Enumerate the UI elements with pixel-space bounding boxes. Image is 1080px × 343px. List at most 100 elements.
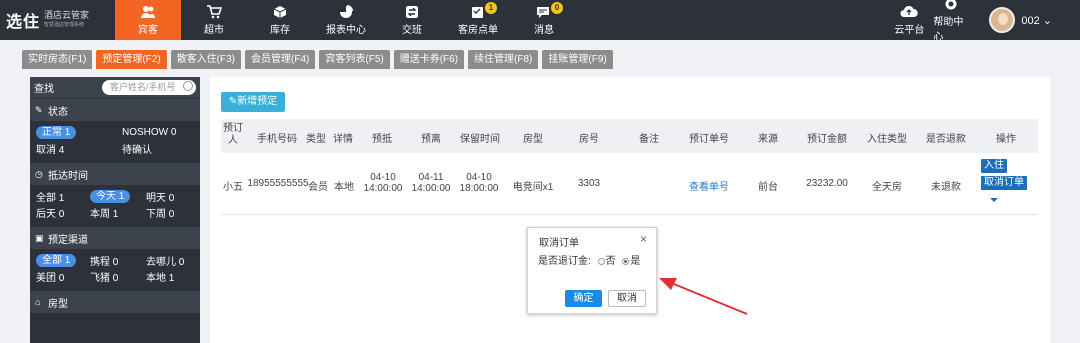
brand-logo[interactable]: 选住 酒店云管家 智慧酒店管理系统 xyxy=(0,0,115,40)
filter-channel-meituan[interactable]: 美团 0 xyxy=(36,269,90,284)
cancel-order-dialog: 取消订单 × 是否退订金: 否 是 确定 取消 xyxy=(527,227,657,314)
confirm-button[interactable]: 确定 xyxy=(565,290,602,307)
filter-pending[interactable]: 待确认 xyxy=(122,141,152,156)
dialog-title: 取消订单 xyxy=(539,238,579,249)
nav-messages[interactable]: 0 消息 xyxy=(511,0,577,40)
sidebar-search-row: 查找 客户姓名/手机号 xyxy=(30,77,200,98)
caret-down-icon[interactable] xyxy=(990,198,998,202)
filter-arrival-all[interactable]: 全部 1 xyxy=(36,189,90,204)
cloud-platform-label: 云平台 xyxy=(894,24,925,36)
nav-guests[interactable]: 宾客 xyxy=(115,0,181,40)
status-filters: 正常 1 NOSHOW 0 取消 4 待确认 xyxy=(30,121,200,162)
tab-room-status[interactable]: 实时房态(F1) xyxy=(22,50,93,69)
nav-label: 交班 xyxy=(402,24,422,36)
radio-no[interactable] xyxy=(597,257,605,265)
tab-coupons[interactable]: 赠送卡券(F6) xyxy=(393,50,465,69)
brand-sub: 酒店云管家 智慧酒店管理系统 xyxy=(44,10,90,28)
channel-section-header: ▣ 预定渠道 xyxy=(30,227,200,249)
monitor-icon: ▣ xyxy=(35,232,44,243)
tab-guest-list[interactable]: 宾客列表(F5) xyxy=(319,50,390,69)
filter-channel-fliggy[interactable]: 飞猪 0 xyxy=(90,269,146,284)
cell-type: 会员 xyxy=(308,182,328,193)
cell-detail: 本地 xyxy=(334,182,354,193)
tab-reservation[interactable]: 预定管理(F2) xyxy=(96,50,167,69)
radio-yes-label: 是 xyxy=(630,256,641,267)
tab-walk-in[interactable]: 散客入住(F3) xyxy=(170,50,242,69)
checkin-button[interactable]: 入住 xyxy=(981,159,1007,173)
close-icon[interactable]: × xyxy=(640,232,647,246)
cell-keep-time: 04-10 18:00:00 xyxy=(459,172,499,194)
cell-checkin-type: 全天房 xyxy=(872,182,902,193)
search-icon[interactable] xyxy=(183,81,193,91)
top-nav-bar: 选住 酒店云管家 智慧酒店管理系统 宾客 超市 库存 报表中心 交班 1 客房点… xyxy=(0,0,1080,43)
col-refund: 是否退款 xyxy=(926,134,966,145)
nav-label: 超市 xyxy=(204,24,224,36)
radio-yes[interactable] xyxy=(622,257,630,265)
cloud-platform-link[interactable]: 云平台 xyxy=(891,5,927,36)
function-tabs: 实时房态(F1) 预定管理(F2) 散客入住(F3) 会员管理(F4) 宾客列表… xyxy=(0,40,1080,72)
nav-label: 库存 xyxy=(270,24,290,36)
tab-extend-stay[interactable]: 续住管理(F8) xyxy=(468,50,539,69)
view-order-link[interactable]: 查看单号 xyxy=(687,178,731,193)
help-center-link[interactable]: 帮助中心 xyxy=(933,0,969,43)
cell-leave: 04-11 14:00:00 xyxy=(411,172,451,194)
col-type: 类型 xyxy=(306,134,326,145)
cancel-button[interactable]: 取消 xyxy=(608,290,646,307)
filter-channel-ctrip[interactable]: 携程 0 xyxy=(90,253,146,268)
filter-arrival-today[interactable]: 今天 1 xyxy=(90,189,131,203)
nav-room-order[interactable]: 1 客房点单 xyxy=(445,0,511,40)
filter-arrival-next-week[interactable]: 下周 0 xyxy=(146,205,174,220)
nav-inventory[interactable]: 库存 xyxy=(247,0,313,40)
cancel-order-button[interactable]: 取消订单 xyxy=(981,176,1027,190)
radio-no-label: 否 xyxy=(605,256,616,267)
avatar[interactable] xyxy=(989,7,1016,33)
add-reservation-button[interactable]: ✎新增预定 xyxy=(221,92,285,112)
filter-channel-local[interactable]: 本地 1 xyxy=(146,269,174,284)
filter-channel-all[interactable]: 全部 1 xyxy=(36,253,77,267)
chevron-down-icon: ⌄ xyxy=(1042,14,1052,27)
filter-arrival-day-after[interactable]: 后天 0 xyxy=(36,205,90,220)
room-order-icon xyxy=(470,5,486,19)
nav-market[interactable]: 超市 xyxy=(181,0,247,40)
clock-icon: ◷ xyxy=(35,168,43,179)
refund-deposit-question: 是否退订金: 否 是 xyxy=(538,256,641,267)
nav-label: 报表中心 xyxy=(326,24,366,36)
tab-credit[interactable]: 挂账管理(F9) xyxy=(542,50,613,69)
filter-channel-qunar[interactable]: 去哪儿 0 xyxy=(146,253,184,268)
filter-arrival-tomorrow[interactable]: 明天 0 xyxy=(146,189,174,204)
col-actions: 操作 xyxy=(996,134,1016,145)
table-header: 预订人 手机号码 类型 详情 预抵 预离 保留时间 房型 房号 备注 预订单号 … xyxy=(221,119,1038,153)
col-room-type: 房型 xyxy=(523,134,543,145)
nav-reports[interactable]: 报表中心 xyxy=(313,0,379,40)
search-input[interactable]: 客户姓名/手机号 xyxy=(102,80,196,95)
edit-icon: ✎ xyxy=(35,104,43,115)
cell-phone: 18955555555 xyxy=(247,178,309,189)
col-note: 备注 xyxy=(639,134,659,145)
user-menu[interactable]: 002 ⌄ xyxy=(1021,14,1052,27)
col-keep-time: 保留时间 xyxy=(460,134,500,145)
filter-cancelled[interactable]: 取消 4 xyxy=(36,141,122,156)
filter-arrival-this-week[interactable]: 本周 1 xyxy=(90,205,146,220)
cart-icon xyxy=(206,4,222,19)
cell-refund: 未退款 xyxy=(931,182,961,193)
filter-sidebar: 查找 客户姓名/手机号 ✎ 状态 正常 1 NOSHOW 0 取消 4 待确认 … xyxy=(30,77,200,343)
arrival-filters: 全部 1 今天 1 明天 0 后天 0 本周 1 下周 0 xyxy=(30,185,200,226)
room-type-section-header: ⌂ 房型 xyxy=(30,291,200,313)
col-leave: 预离 xyxy=(421,134,441,145)
cell-amount: 23232.00 xyxy=(806,178,848,189)
guests-icon xyxy=(140,5,156,19)
nav-label: 宾客 xyxy=(138,24,158,36)
message-badge: 0 xyxy=(551,2,563,14)
box-icon xyxy=(272,5,288,19)
row-actions: 入住 取消订单 xyxy=(981,159,1029,202)
col-amount: 预订金额 xyxy=(807,134,847,145)
filter-normal[interactable]: 正常 1 xyxy=(36,125,77,139)
nav-handover[interactable]: 交班 xyxy=(379,0,445,40)
message-icon xyxy=(536,5,552,19)
tab-members[interactable]: 会员管理(F4) xyxy=(245,50,316,69)
top-right-tools: 云平台 帮助中心 002 ⌄ xyxy=(891,0,1080,43)
room-order-badge: 1 xyxy=(485,2,497,14)
cloud-upload-icon xyxy=(900,5,919,21)
brand-name: 选住 xyxy=(6,14,41,31)
filter-noshow[interactable]: NOSHOW 0 xyxy=(122,127,176,138)
